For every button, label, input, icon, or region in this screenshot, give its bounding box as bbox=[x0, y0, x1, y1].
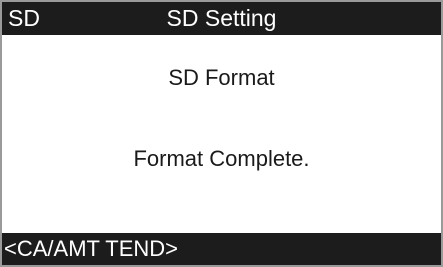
screen-title: SD Setting bbox=[166, 5, 277, 31]
title-bar: SD SD Setting bbox=[2, 2, 441, 35]
content-area: SD Format Format Complete. bbox=[2, 35, 441, 235]
operation-heading: SD Format bbox=[168, 65, 275, 90]
status-message: Format Complete. bbox=[133, 146, 310, 171]
device-screen: SD SD Setting SD Format Format Complete.… bbox=[0, 0, 443, 267]
key-hint: <CA/AMT TEND> bbox=[4, 236, 179, 261]
footer-bar: <CA/AMT TEND> bbox=[2, 233, 441, 265]
